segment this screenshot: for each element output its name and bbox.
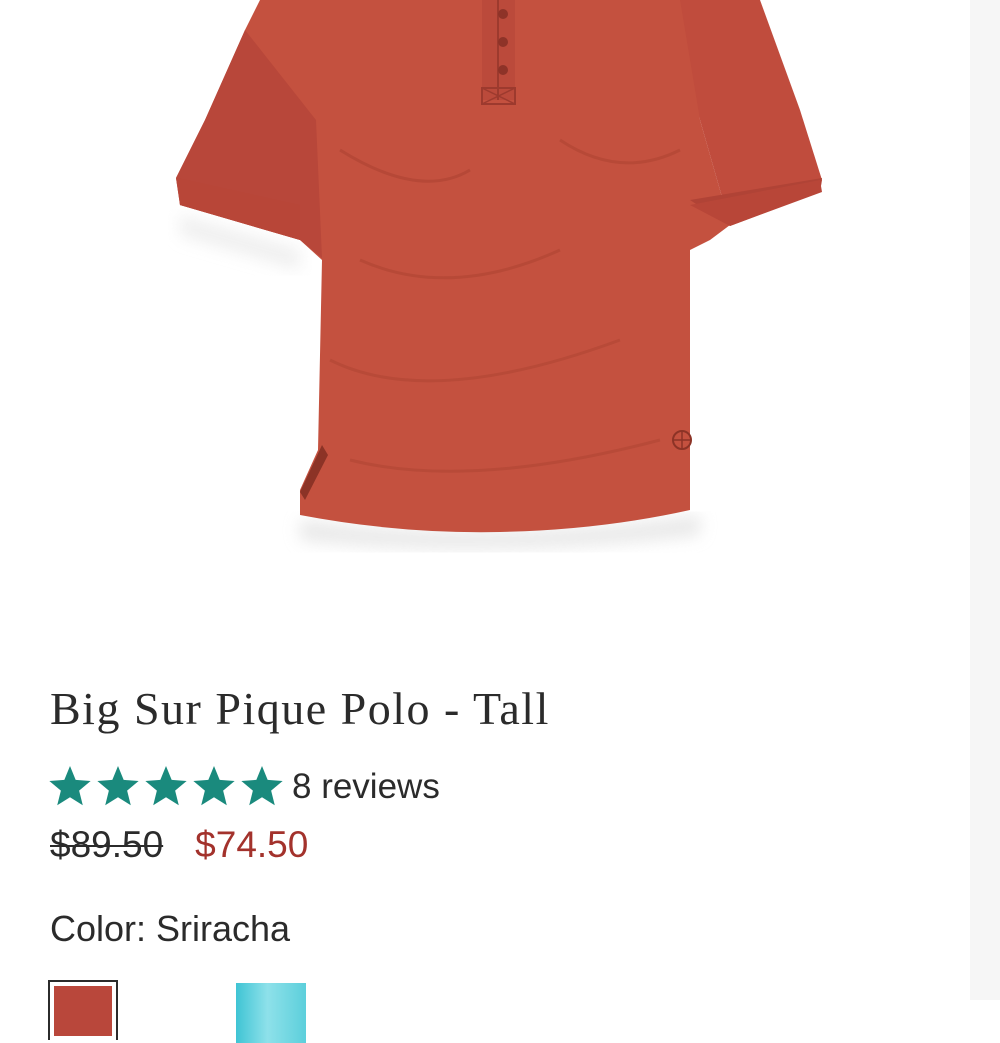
star-icon xyxy=(97,766,139,806)
color-selection-label: Color: Sriracha xyxy=(50,908,290,950)
product-title: Big Sur Pique Polo - Tall xyxy=(50,683,550,734)
reviews-link[interactable]: 8 reviews xyxy=(292,767,440,807)
star-icon xyxy=(241,766,283,806)
star-icon xyxy=(145,766,187,806)
star-icon xyxy=(193,766,235,806)
star-rating[interactable] xyxy=(48,766,284,808)
sale-price: $74.50 xyxy=(195,824,309,865)
original-price: $89.50 xyxy=(50,824,164,865)
scrollbar-track[interactable] xyxy=(970,0,1000,1000)
swatch-sriracha[interactable] xyxy=(48,980,118,1040)
color-label: Color: xyxy=(50,908,147,949)
star-icon xyxy=(49,766,91,806)
price-row: $89.50 $74.50 xyxy=(50,824,308,866)
color-value: Sriracha xyxy=(156,908,291,949)
swatch-fill xyxy=(54,986,112,1036)
swatch-aqua[interactable] xyxy=(236,983,306,1043)
swatch-fill xyxy=(236,983,306,1043)
product-image[interactable] xyxy=(0,0,970,620)
rating-row: 8 reviews xyxy=(48,764,440,810)
